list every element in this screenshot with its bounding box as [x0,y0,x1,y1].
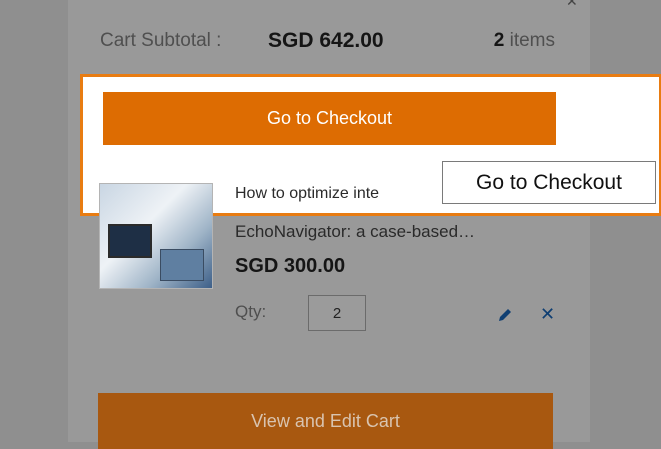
items-count-label: items [509,30,555,51]
remove-item-icon[interactable]: ✕ [540,304,555,325]
thumbnail-monitor [108,224,152,258]
checkout-tooltip: Go to Checkout [442,161,656,204]
qty-label: Qty: [235,302,267,321]
subtotal-row: Cart Subtotal : SGD 642.00 2 items [100,29,555,60]
view-and-edit-cart-button[interactable]: View and Edit Cart [98,393,553,449]
thumbnail-device [160,249,204,281]
subtotal-label: Cart Subtotal : [100,30,222,51]
product-price: SGD 300.00 [235,255,346,277]
pencil-icon[interactable] [496,306,514,324]
product-name[interactable]: How to optimize inte [235,184,435,204]
subtotal-value: SGD 642.00 [268,29,384,52]
go-to-checkout-button[interactable]: Go to Checkout [103,92,556,145]
close-icon[interactable]: ✕ [566,0,578,10]
product-thumbnail[interactable] [100,184,212,288]
quantity-input[interactable] [308,295,366,331]
items-count: 2 items [494,30,555,52]
items-count-number: 2 [493,30,505,51]
product-name-line2[interactable]: EchoNavigator: a case-based… [235,222,555,242]
